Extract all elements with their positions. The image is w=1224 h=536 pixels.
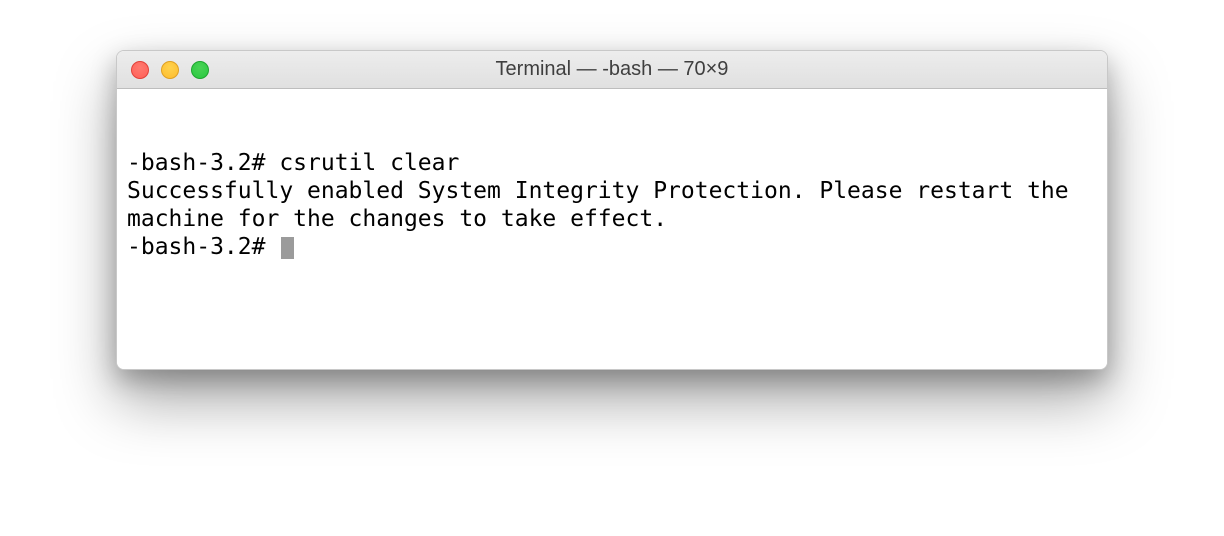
- traffic-lights: [117, 61, 209, 79]
- shell-prompt: -bash-3.2#: [127, 150, 279, 176]
- shell-prompt: -bash-3.2#: [127, 234, 279, 260]
- terminal-output: Successfully enabled System Integrity Pr…: [127, 177, 1097, 233]
- terminal-window: Terminal — -bash — 70×9 -bash-3.2# csrut…: [116, 50, 1108, 370]
- maximize-button[interactable]: [191, 61, 209, 79]
- close-button[interactable]: [131, 61, 149, 79]
- terminal-line-1: -bash-3.2# csrutil clear: [127, 149, 1097, 177]
- minimize-button[interactable]: [161, 61, 179, 79]
- terminal-body[interactable]: -bash-3.2# csrutil clearSuccessfully ena…: [117, 89, 1107, 369]
- shell-command: csrutil clear: [279, 150, 459, 176]
- titlebar[interactable]: Terminal — -bash — 70×9: [117, 51, 1107, 89]
- window-title: Terminal — -bash — 70×9: [117, 58, 1107, 81]
- cursor-icon: [281, 237, 294, 259]
- terminal-line-2: -bash-3.2#: [127, 233, 1097, 261]
